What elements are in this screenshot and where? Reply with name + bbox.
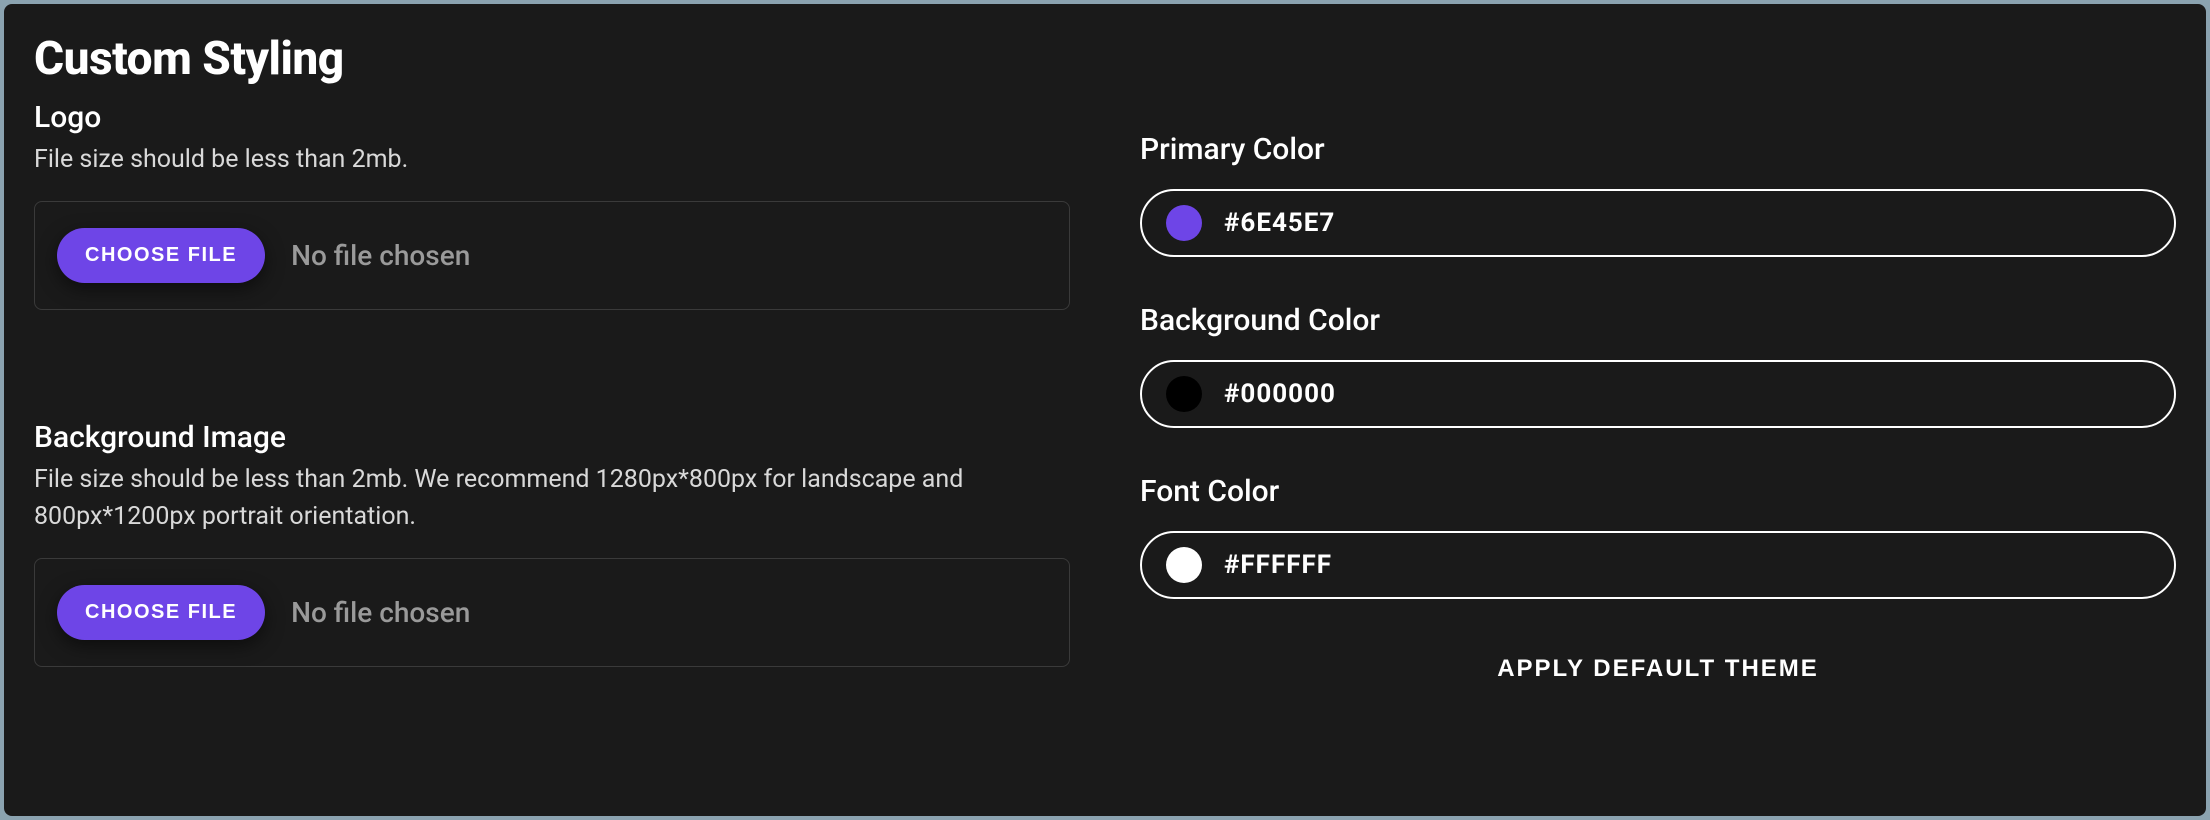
background-color-section: Background Color — [1140, 303, 2176, 428]
background-color-hex-field[interactable] — [1224, 379, 2150, 409]
background-color-label: Background Color — [1140, 303, 2176, 338]
font-color-swatch[interactable] — [1166, 547, 1202, 583]
primary-color-swatch[interactable] — [1166, 205, 1202, 241]
page-title: Custom Styling — [34, 32, 2176, 86]
primary-color-label: Primary Color — [1140, 132, 2176, 167]
primary-color-hex-field[interactable] — [1224, 208, 2150, 238]
font-color-section: Font Color — [1140, 474, 2176, 599]
logo-file-status: No file chosen — [291, 239, 470, 272]
background-image-file-box: CHOOSE FILE No file chosen — [34, 558, 1070, 667]
font-color-label: Font Color — [1140, 474, 2176, 509]
background-color-input[interactable] — [1140, 360, 2176, 428]
apply-default-theme-button[interactable]: APPLY DEFAULT THEME — [1477, 645, 1839, 693]
background-color-swatch[interactable] — [1166, 376, 1202, 412]
logo-choose-file-button[interactable]: CHOOSE FILE — [57, 228, 265, 283]
left-column: Logo File size should be less than 2mb. … — [34, 100, 1070, 693]
logo-file-box: CHOOSE FILE No file chosen — [34, 201, 1070, 310]
background-image-section: Background Image File size should be les… — [34, 420, 1070, 667]
background-image-choose-file-button[interactable]: CHOOSE FILE — [57, 585, 265, 640]
custom-styling-panel: Custom Styling Logo File size should be … — [4, 4, 2206, 816]
font-color-hex-field[interactable] — [1224, 550, 2150, 580]
logo-section: Logo File size should be less than 2mb. … — [34, 100, 1070, 310]
logo-label: Logo — [34, 100, 1070, 135]
background-image-label: Background Image — [34, 420, 1070, 455]
spacer — [34, 310, 1070, 420]
right-column: Primary Color Background Color Font Colo… — [1140, 100, 2176, 693]
primary-color-input[interactable] — [1140, 189, 2176, 257]
logo-hint: File size should be less than 2mb. — [34, 141, 1070, 179]
font-color-input[interactable] — [1140, 531, 2176, 599]
background-image-hint: File size should be less than 2mb. We re… — [34, 461, 1070, 536]
background-image-file-status: No file chosen — [291, 596, 470, 629]
primary-color-section: Primary Color — [1140, 132, 2176, 257]
columns: Logo File size should be less than 2mb. … — [34, 100, 2176, 693]
